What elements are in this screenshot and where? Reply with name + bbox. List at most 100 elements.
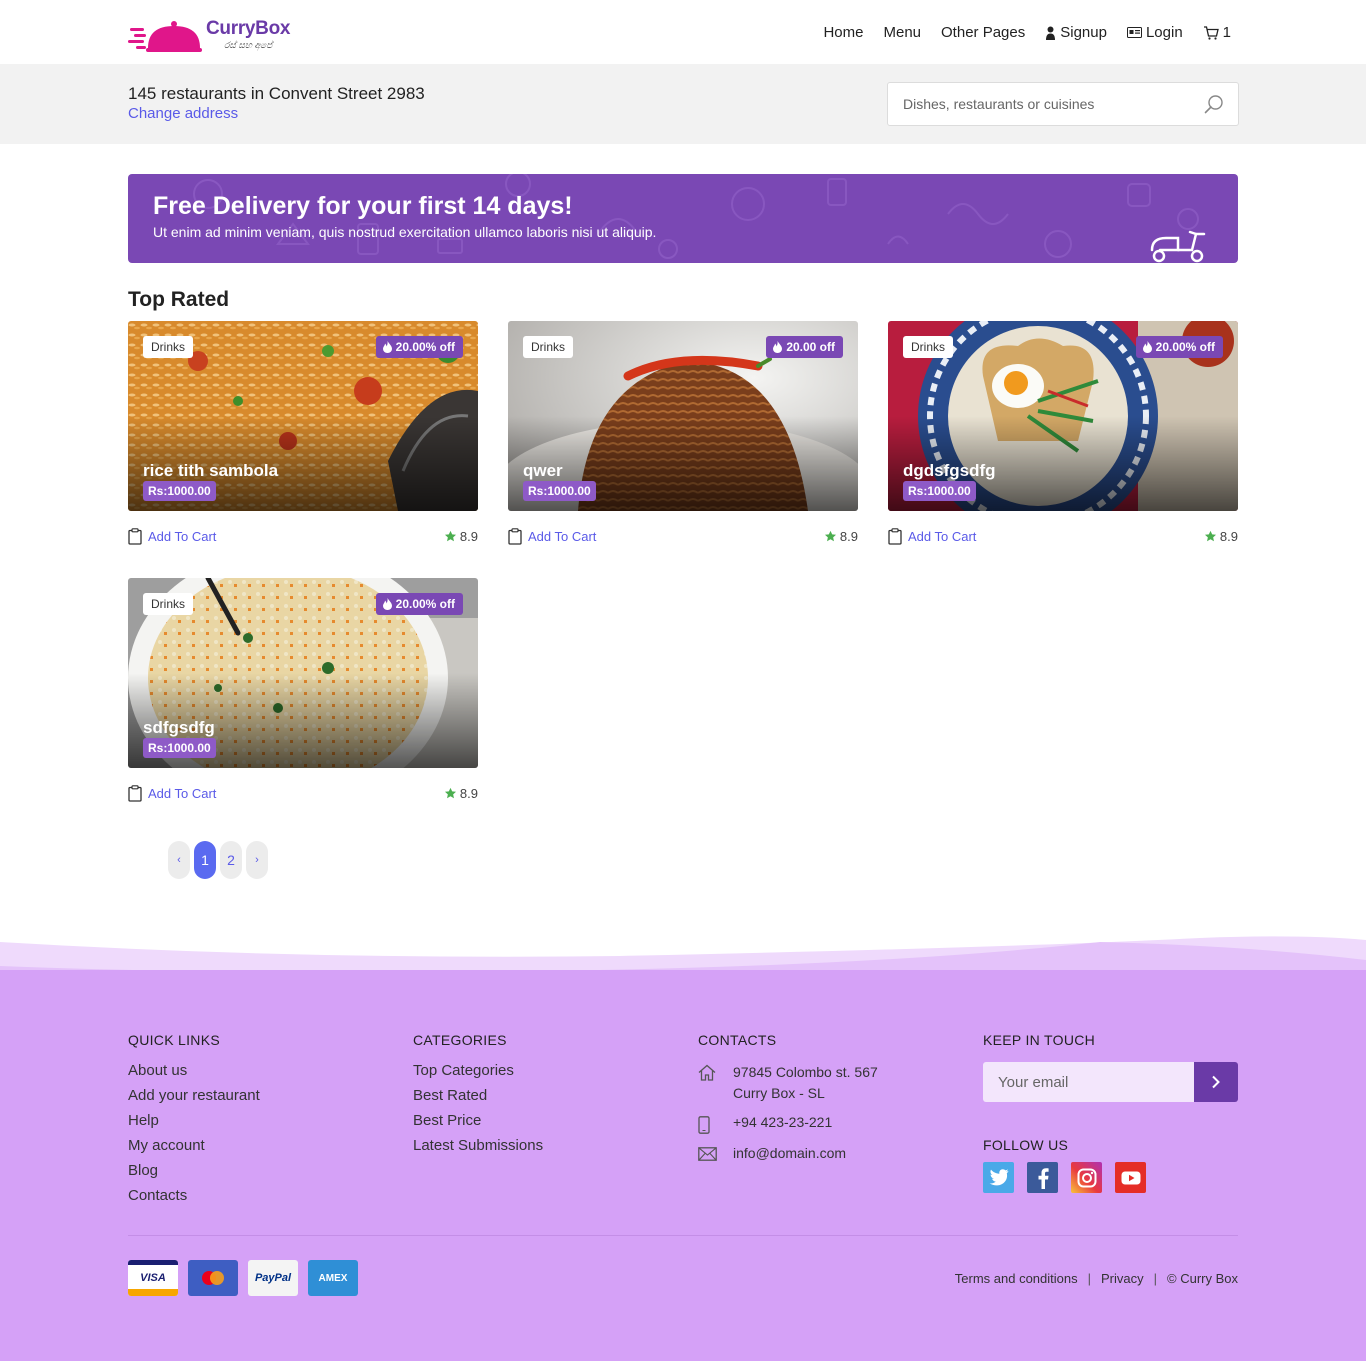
nav-home[interactable]: Home [823,24,863,41]
food-card[interactable]: Drinks 20.00% off rice tith sambola Rs:1… [128,321,478,511]
search-box [887,82,1239,126]
food-card[interactable]: Drinks 20.00 off qwer Rs:1000.00 [508,321,858,511]
page-button-1[interactable]: 1 [194,841,216,879]
scooter-icon [1150,230,1206,263]
fire-icon [1142,341,1152,353]
card-footer: Add To Cart 8.9 [128,785,478,805]
footer-link-help[interactable]: Help [128,1112,260,1137]
promo-banner: Free Delivery for your first 14 days! Ut… [128,174,1238,263]
rating-value: 8.9 [1219,529,1238,544]
category-badge: Drinks [143,593,194,615]
keep-in-touch-heading: KEEP IN TOUCH [983,1032,1096,1048]
footer-link-best-price[interactable]: Best Price [413,1112,543,1137]
next-page-button[interactable]: › [246,841,268,879]
youtube-icon[interactable] [1115,1162,1146,1193]
nav-cart[interactable]: 1 [1203,24,1231,41]
newsletter-email-input[interactable] [983,1062,1194,1102]
pagination: ‹ 1 2 › [168,841,268,879]
food-card[interactable]: Drinks 20.00% off dgdsfgsdfg Rs:1000.00 [888,321,1238,511]
id-card-icon [1126,27,1142,38]
section-title: Top Rated [128,288,230,311]
email-address[interactable]: info@domain.com [733,1145,878,1161]
nav-signup[interactable]: Signup [1045,24,1107,41]
footer-link-about[interactable]: About us [128,1062,260,1087]
nav-login[interactable]: Login [1126,24,1183,41]
footer-link-top-categories[interactable]: Top Categories [413,1062,543,1087]
star-icon [444,787,456,799]
chevron-right-icon [1212,1075,1220,1089]
paypal-icon: PayPal [248,1260,298,1296]
footer-link-latest-submissions[interactable]: Latest Submissions [413,1137,543,1162]
add-to-cart-button[interactable]: Add To Cart [888,528,976,545]
add-to-cart-button[interactable]: Add To Cart [508,528,596,545]
envelope-icon [698,1147,717,1161]
rating: 8.9 [444,786,478,801]
footer-link-best-rated[interactable]: Best Rated [413,1087,543,1112]
brand-tagline: රස් සහ අපේ [224,40,273,50]
footer-link-add-restaurant[interactable]: Add your restaurant [128,1087,260,1112]
card-footer: Add To Cart 8.9 [888,528,1238,548]
mobile-phone-icon [698,1116,710,1134]
search-icon[interactable] [1204,94,1224,114]
change-address-link[interactable]: Change address [128,105,238,122]
footer-wave [0,936,1366,975]
add-to-cart-button[interactable]: Add To Cart [128,785,216,802]
site-footer: QUICK LINKS About us Add your restaurant… [0,970,1366,1361]
item-name: qwer [523,461,563,480]
rating-value: 8.9 [459,786,478,801]
cart-icon [1203,25,1219,40]
card-footer: Add To Cart 8.9 [508,528,858,548]
twitter-icon[interactable] [983,1162,1014,1193]
phone-number[interactable]: +94 423-23-221 [733,1114,878,1130]
nav-menu[interactable]: Menu [883,24,921,41]
nav-login-label: Login [1145,24,1183,41]
offer-badge: 20.00 off [766,336,843,358]
logo[interactable]: CurryBox රස් සහ අපේ [128,14,308,58]
site-header: CurryBox රස් සහ අපේ Home Menu Other Page… [0,0,1366,64]
nav-other-pages[interactable]: Other Pages [941,24,1025,41]
item-price: Rs:1000.00 [143,481,216,501]
rating: 8.9 [1204,529,1238,544]
offer-badge: 20.00% off [375,336,463,358]
rating-value: 8.9 [459,529,478,544]
mastercard-icon [188,1260,238,1296]
address-bar: 145 restaurants in Convent Street 2983 C… [0,64,1366,144]
newsletter-submit-button[interactable] [1194,1062,1238,1102]
user-icon [1046,26,1056,40]
item-price: Rs:1000.00 [523,481,596,501]
page-button-2[interactable]: 2 [220,841,242,879]
clipboard-icon [888,528,902,545]
amex-icon: AMEX [308,1260,358,1296]
add-to-cart-button[interactable]: Add To Cart [128,528,216,545]
food-card[interactable]: Drinks 20.00% off sdfgsdfg Rs:1000.00 [128,578,478,768]
footer-link-my-account[interactable]: My account [128,1137,260,1162]
card-footer: Add To Cart 8.9 [128,528,478,548]
fire-icon [773,341,783,353]
add-to-cart-label: Add To Cart [148,786,217,801]
item-name: dgdsfgsdfg [903,461,996,480]
clipboard-icon [128,785,142,802]
terms-link[interactable]: Terms and conditions [955,1271,1078,1286]
follow-us-heading: FOLLOW US [983,1137,1069,1153]
privacy-link[interactable]: Privacy [1101,1271,1144,1286]
add-to-cart-label: Add To Cart [148,529,217,544]
cart-count: 1 [1222,24,1231,41]
rating: 8.9 [824,529,858,544]
prev-page-button[interactable]: ‹ [168,841,190,879]
facebook-icon[interactable] [1027,1162,1058,1193]
categories-column: CATEGORIES Top Categories Best Rated Bes… [413,1032,543,1162]
search-input[interactable] [888,83,1198,125]
rating: 8.9 [444,529,478,544]
footer-link-contacts[interactable]: Contacts [128,1187,260,1212]
category-badge: Drinks [523,336,574,358]
home-icon [698,1064,716,1081]
main-nav: Home Menu Other Pages Signup Login 1 [823,24,1231,41]
star-icon [444,530,456,542]
legal-links: Terms and conditions | Privacy | © Curry… [954,1271,1238,1286]
payment-methods: VISA PayPal AMEX [128,1260,358,1296]
contact-address: 97845 Colombo st. 567 Curry Box - SL [698,1062,878,1114]
instagram-icon[interactable] [1071,1162,1102,1193]
keep-in-touch-column: KEEP IN TOUCH FOLLOW US [983,1032,1238,1193]
item-name: sdfgsdfg [143,718,215,737]
footer-link-blog[interactable]: Blog [128,1162,260,1187]
